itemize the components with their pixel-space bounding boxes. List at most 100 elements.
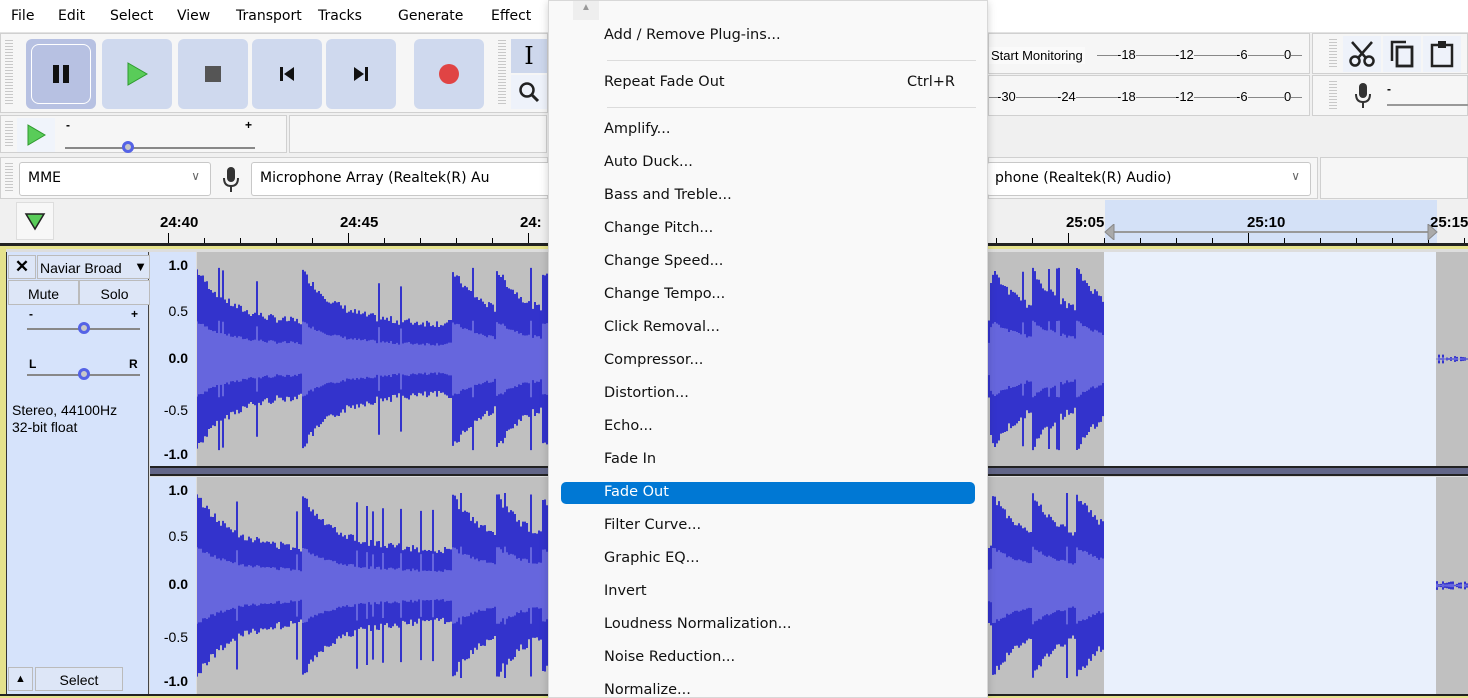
- speed-slider-track[interactable]: [65, 147, 255, 149]
- audio-host-value: MME: [28, 170, 62, 186]
- scale-label: 0.0: [168, 576, 188, 592]
- meter-tick-label: -12: [1175, 89, 1194, 104]
- menu-item-bass-and-treble[interactable]: Bass and Treble...: [561, 185, 975, 207]
- speed-minus-label: -: [66, 118, 70, 132]
- toolbar-grip[interactable]: [5, 40, 13, 106]
- menu-generate[interactable]: Generate: [398, 8, 463, 24]
- zoom-tool-button[interactable]: [511, 75, 547, 109]
- menu-item-label: Repeat Fade Out: [604, 74, 725, 90]
- recording-volume-toolbar: -: [1312, 75, 1468, 116]
- play-at-speed-button[interactable]: [17, 118, 55, 152]
- menu-item-change-speed[interactable]: Change Speed...: [561, 251, 975, 273]
- skip-end-icon: [354, 67, 368, 81]
- menu-transport[interactable]: Transport: [236, 8, 302, 24]
- recording-meter[interactable]: -30 -24 -18 -12 -6 0: [988, 75, 1310, 116]
- menu-item-filter-curve[interactable]: Filter Curve...: [561, 515, 975, 537]
- meter-tick-label: -12: [1175, 47, 1194, 62]
- menu-item-add-remove-plugins[interactable]: Add / Remove Plug-ins...: [561, 25, 975, 47]
- timeline-options-button[interactable]: [16, 202, 54, 240]
- menu-item-distortion[interactable]: Distortion...: [561, 383, 975, 405]
- menu-tracks[interactable]: Tracks: [318, 8, 362, 24]
- toolbar-grip[interactable]: [5, 121, 13, 148]
- menu-item-noise-reduction[interactable]: Noise Reduction...: [561, 647, 975, 669]
- solo-button[interactable]: Solo: [79, 280, 150, 305]
- audio-host-select[interactable]: MME ∨: [19, 162, 211, 196]
- speed-slider-knob[interactable]: [121, 141, 134, 153]
- skip-end-button[interactable]: [326, 39, 396, 109]
- play-icon: [127, 62, 148, 86]
- recording-volume-slider[interactable]: [1387, 104, 1468, 106]
- track-name-menu[interactable]: Naviar Broad ▼: [37, 255, 150, 279]
- cut-icon: [1349, 41, 1375, 67]
- scale-label: 0.5: [168, 303, 188, 319]
- menu-item-normalize[interactable]: Normalize...: [561, 680, 975, 698]
- volume-minus-label: -: [1387, 82, 1391, 96]
- menu-item-fade-in[interactable]: Fade In: [561, 449, 975, 471]
- collapse-track-button[interactable]: ▲: [8, 667, 33, 691]
- selection-end-handle[interactable]: [1427, 224, 1439, 240]
- cut-button[interactable]: [1343, 36, 1381, 72]
- menu-item-change-pitch[interactable]: Change Pitch...: [561, 218, 975, 240]
- play-button[interactable]: [102, 39, 172, 109]
- paste-button[interactable]: [1423, 36, 1461, 72]
- menu-item-repeat[interactable]: Repeat Fade Out Ctrl+R: [561, 72, 975, 94]
- menu-item-invert[interactable]: Invert: [561, 581, 975, 603]
- toolbar-grip[interactable]: [1329, 39, 1337, 69]
- copy-icon: [1390, 40, 1414, 68]
- start-monitoring-button[interactable]: Start Monitoring: [989, 47, 1085, 64]
- menu-select[interactable]: Select: [110, 8, 153, 24]
- select-track-button[interactable]: Select: [35, 667, 123, 691]
- meter-tick-label: -30: [997, 89, 1016, 104]
- empty-toolbar: [1320, 157, 1468, 199]
- microphone-icon: [1355, 83, 1371, 108]
- gain-slider-knob[interactable]: [77, 322, 90, 334]
- skip-start-button[interactable]: [252, 39, 322, 109]
- playback-meter[interactable]: Start Monitoring -18 -12 -6 0: [988, 33, 1310, 74]
- selection-tool-button[interactable]: I: [511, 39, 547, 73]
- menu-edit[interactable]: Edit: [58, 8, 85, 24]
- ruler-label: 24:40: [160, 214, 199, 231]
- menu-item-fade-out[interactable]: Fade Out: [561, 482, 975, 504]
- menu-item-auto-duck[interactable]: Auto Duck...: [561, 152, 975, 174]
- solo-label: Solo: [100, 286, 129, 302]
- track-bitdepth-info: 32-bit float: [12, 419, 78, 435]
- mute-label: Mute: [27, 286, 60, 302]
- menu-scroll-up-button[interactable]: ▲: [573, 1, 599, 20]
- menu-item-label: Bass and Treble...: [604, 187, 732, 203]
- ruler-tick: [1068, 233, 1069, 243]
- selection-start-handle[interactable]: [1104, 224, 1116, 240]
- close-track-button[interactable]: ✕: [8, 255, 36, 279]
- microphone-icon: [223, 167, 239, 192]
- close-icon: ✕: [14, 257, 30, 276]
- skip-start-icon: [280, 67, 294, 81]
- playback-device-select[interactable]: phone (Realtek(R) Audio) ∨: [987, 162, 1311, 196]
- stop-icon: [205, 66, 221, 82]
- toolbar-grip[interactable]: [1329, 81, 1337, 111]
- menu-effect[interactable]: Effect: [491, 8, 531, 24]
- toolbar-grip[interactable]: [498, 40, 506, 106]
- menu-file[interactable]: File: [11, 8, 34, 24]
- recording-device-select[interactable]: Microphone Array (Realtek(R) Au: [251, 162, 551, 196]
- transport-toolbar: I: [0, 33, 548, 113]
- menu-item-change-tempo[interactable]: Change Tempo...: [561, 284, 975, 306]
- menu-item-label: Fade Out: [604, 484, 669, 500]
- pan-slider-knob[interactable]: [77, 368, 90, 380]
- scale-label: -0.5: [163, 629, 188, 645]
- menu-item-label: Noise Reduction...: [604, 649, 736, 665]
- scale-label: 1.0: [168, 257, 188, 273]
- toolbar-grip[interactable]: [5, 163, 13, 193]
- stop-button[interactable]: [178, 39, 248, 109]
- select-label: Select: [59, 672, 99, 688]
- menu-view[interactable]: View: [177, 8, 210, 24]
- pause-button[interactable]: [26, 39, 96, 109]
- menu-item-loudness-normalization[interactable]: Loudness Normalization...: [561, 614, 975, 636]
- menu-item-amplify[interactable]: Amplify...: [561, 119, 975, 141]
- copy-button[interactable]: [1383, 36, 1421, 72]
- record-button[interactable]: [414, 39, 484, 109]
- menu-item-compressor[interactable]: Compressor...: [561, 350, 975, 372]
- menu-item-graphic-eq[interactable]: Graphic EQ...: [561, 548, 975, 570]
- effect-menu: ▲ Add / Remove Plug-ins... Repeat Fade O…: [548, 0, 988, 698]
- menu-item-echo[interactable]: Echo...: [561, 416, 975, 438]
- menu-item-click-removal[interactable]: Click Removal...: [561, 317, 975, 339]
- mute-button[interactable]: Mute: [8, 280, 79, 305]
